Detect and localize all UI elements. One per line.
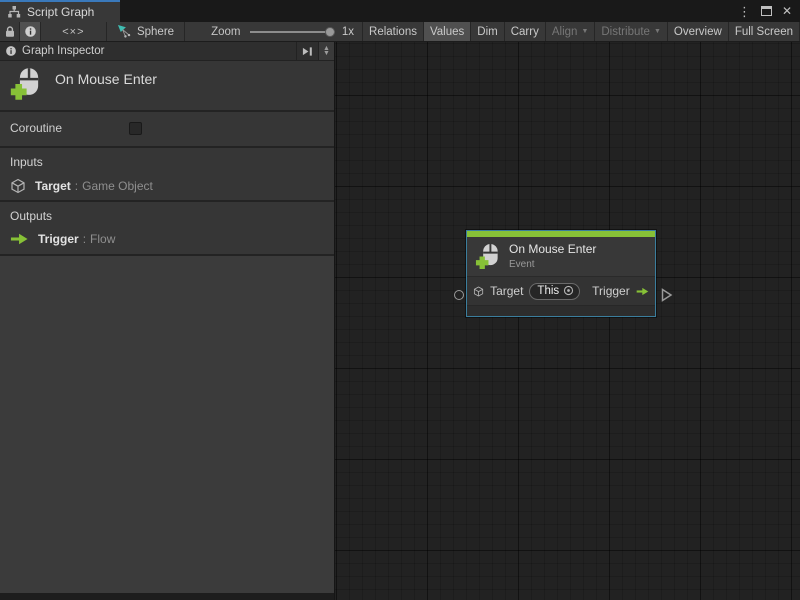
- zoom-slider-track: [250, 31, 334, 33]
- toolbar-button-dim[interactable]: Dim: [471, 22, 504, 41]
- coroutine-label: Coroutine: [10, 121, 62, 135]
- colon: :: [75, 179, 78, 193]
- inspector-bottom-edge: [0, 593, 334, 600]
- button-label: Distribute: [601, 26, 650, 38]
- cube-icon: [473, 284, 484, 299]
- node-title: On Mouse Enter: [509, 242, 596, 256]
- coroutine-row: Coroutine: [0, 112, 334, 146]
- colon: :: [83, 232, 86, 246]
- node-on-mouse-enter[interactable]: On Mouse Enter Event Target This: [466, 230, 656, 317]
- cube-icon: [10, 178, 26, 194]
- node-header: On Mouse Enter Event: [467, 237, 655, 276]
- button-label: Align: [552, 26, 578, 38]
- code-view-button[interactable]: <×>: [41, 22, 107, 41]
- dock-inspector-button[interactable]: [297, 42, 319, 60]
- outputs-header: Outputs: [10, 209, 334, 223]
- lock-icon: [4, 25, 16, 38]
- info-icon: [24, 25, 37, 38]
- coroutine-checkbox[interactable]: [129, 122, 142, 135]
- input-type: Game Object: [82, 179, 153, 193]
- node-subtitle: Event: [509, 259, 596, 270]
- toolbar-button-align[interactable]: Align ▼: [546, 22, 596, 41]
- target-value-pill[interactable]: This: [529, 283, 580, 300]
- target-value-label: This: [537, 285, 559, 297]
- toolbar-button-carry[interactable]: Carry: [505, 22, 546, 41]
- flow-arrow-icon: [636, 286, 649, 297]
- graph-toolbar: <×> Sphere Zoom 1x Relations Values Dim …: [0, 22, 800, 42]
- button-label: Values: [430, 26, 464, 38]
- inspector-empty-area: [0, 256, 334, 593]
- dock-panel-icon: [301, 46, 314, 57]
- button-label: Dim: [477, 26, 497, 38]
- close-icon[interactable]: ✕: [782, 5, 792, 17]
- title-bar: Script Graph ⋮ ✕: [0, 0, 800, 22]
- inspector-title-text: Graph Inspector: [22, 45, 104, 57]
- inspector-header: Graph Inspector ▲ ▼: [0, 42, 334, 61]
- graph-canvas[interactable]: On Mouse Enter Event Target This: [335, 42, 800, 600]
- node-port-row: Target This Trigger: [467, 276, 655, 305]
- chevron-down-icon: ▼: [654, 28, 661, 35]
- mouse-event-icon: [475, 243, 501, 270]
- lock-button[interactable]: [0, 22, 20, 41]
- node-input-port[interactable]: [454, 290, 464, 300]
- output-port-row: Trigger : Flow: [10, 232, 334, 246]
- zoom-value: 1x: [335, 22, 362, 41]
- graph-inspector-panel: Graph Inspector ▲ ▼ On Mouse Enter: [0, 42, 335, 600]
- zoom-slider[interactable]: [250, 27, 334, 37]
- sphere-graph-icon: [117, 24, 132, 39]
- unit-title: On Mouse Enter: [55, 71, 157, 87]
- inputs-section: Inputs Target : Game Object: [0, 148, 334, 200]
- chevron-down-icon: ▼: [323, 51, 330, 56]
- inspector-toggle-button[interactable]: [20, 22, 40, 41]
- flow-arrow-icon: [10, 233, 29, 245]
- toolbar-button-values[interactable]: Values: [424, 22, 471, 41]
- mouse-event-icon: [10, 67, 42, 101]
- maximize-icon[interactable]: [761, 6, 772, 16]
- tab-script-graph[interactable]: Script Graph: [0, 0, 120, 22]
- info-icon: [5, 45, 17, 57]
- graph-owner-button[interactable]: Sphere: [107, 22, 185, 41]
- chevron-down-icon: ▼: [581, 28, 588, 35]
- button-label: Relations: [369, 26, 417, 38]
- inspector-scrubber[interactable]: ▲ ▼: [319, 42, 334, 60]
- output-name: Trigger: [38, 232, 79, 246]
- trigger-port-label: Trigger: [592, 284, 630, 298]
- unit-title-section: On Mouse Enter: [0, 61, 334, 110]
- node-output-port[interactable]: [661, 288, 673, 302]
- node-footer: [467, 305, 655, 316]
- button-label: Carry: [511, 26, 539, 38]
- inputs-header: Inputs: [10, 155, 334, 169]
- output-type: Flow: [90, 232, 115, 246]
- button-label: Full Screen: [735, 26, 793, 38]
- button-label: Overview: [674, 26, 722, 38]
- outputs-section: Outputs Trigger : Flow: [0, 202, 334, 254]
- input-name: Target: [35, 179, 71, 193]
- input-port-row: Target : Game Object: [10, 178, 334, 194]
- object-picker-icon: [563, 285, 574, 296]
- window-menu-icon[interactable]: ⋮: [738, 5, 751, 18]
- inspector-header-title: Graph Inspector: [0, 42, 297, 60]
- zoom-slider-handle[interactable]: [325, 27, 335, 37]
- graph-hierarchy-icon: [7, 5, 21, 19]
- toolbar-button-fullscreen[interactable]: Full Screen: [729, 22, 800, 41]
- code-icon: <×>: [62, 26, 84, 38]
- toolbar-button-distribute[interactable]: Distribute ▼: [595, 22, 668, 41]
- graph-owner-label: Sphere: [137, 26, 174, 38]
- zoom-label: Zoom: [185, 22, 240, 41]
- toolbar-button-relations[interactable]: Relations: [363, 22, 424, 41]
- target-port-label: Target: [490, 284, 523, 298]
- tab-label: Script Graph: [27, 5, 94, 19]
- toolbar-button-overview[interactable]: Overview: [668, 22, 729, 41]
